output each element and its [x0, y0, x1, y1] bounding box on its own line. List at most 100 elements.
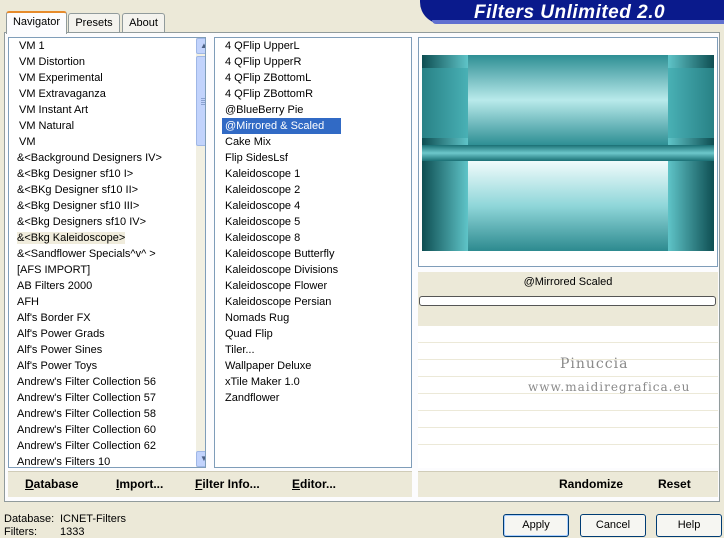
slider-row [418, 444, 718, 445]
filter-item[interactable]: Kaleidoscope 4 [222, 198, 341, 214]
category-item[interactable]: Alf's Power Grads [9, 326, 189, 342]
filter-item[interactable]: Tiler... [222, 342, 341, 358]
filter-list[interactable]: 4 QFlip UpperL 4 QFlip UpperR 4 QFlip ZBot… [214, 37, 412, 468]
category-label: Alf's Power Sines [17, 344, 103, 356]
category-label: VM 1 [19, 40, 45, 52]
category-item[interactable]: Andrew's Filters 10 [9, 454, 189, 468]
category-label: Alf's Power Toys [17, 360, 98, 372]
category-item[interactable]: VM [9, 134, 189, 150]
filter-item[interactable]: Wallpaper Deluxe [222, 358, 341, 374]
tab-about[interactable]: About [122, 13, 165, 33]
filter-item[interactable]: Zandflower [222, 390, 341, 406]
filter-item[interactable]: Kaleidoscope 5 [222, 214, 341, 230]
category-label: AFH [17, 296, 39, 308]
category-item[interactable]: Alf's Power Sines [9, 342, 189, 358]
help-button[interactable]: Help [656, 514, 722, 537]
scroll-thumb[interactable] [196, 56, 205, 146]
preview-image [422, 55, 714, 251]
category-item[interactable]: &<BKg Designer sf10 II> [9, 182, 189, 198]
category-label: Andrew's Filter Collection 62 [17, 440, 157, 452]
category-item[interactable]: &<Bkg Designer sf10 III> [9, 198, 189, 214]
filters-count: 1333 [60, 526, 85, 538]
category-list[interactable]: VM 1 VM Distortion VM Experimental VM Extra… [8, 37, 206, 468]
category-item[interactable]: VM Natural [9, 118, 189, 134]
scroll-up-icon[interactable]: ▲ [196, 38, 205, 54]
grip-line [201, 98, 205, 99]
category-label: VM Distortion [19, 56, 86, 68]
category-item[interactable]: &<Bkg Kaleidoscope> [9, 230, 189, 246]
parameter-area: Pinuccia www.maidiregrafica.eu [418, 326, 718, 468]
category-item[interactable]: VM Distortion [9, 54, 189, 70]
category-label: &<BKg Designer sf10 II> [17, 184, 139, 196]
category-items: VM 1 VM Distortion VM Experimental VM Extra… [9, 38, 189, 468]
slider-row [418, 342, 718, 343]
tab-presets[interactable]: Presets [68, 13, 120, 33]
category-item[interactable]: AB Filters 2000 [9, 278, 189, 294]
category-item[interactable]: &<Bkg Designer sf10 I> [9, 166, 189, 182]
filter-item[interactable]: Kaleidoscope 1 [222, 166, 341, 182]
category-item[interactable]: VM Experimental [9, 70, 189, 86]
app-title: Filters Unlimited 2.0 [474, 2, 666, 23]
filter-item[interactable]: Cake Mix [222, 134, 341, 150]
category-item[interactable]: Andrew's Filter Collection 60 [9, 422, 189, 438]
filter-item[interactable]: 4 QFlip UpperL [222, 38, 341, 54]
category-item[interactable]: AFH [9, 294, 189, 310]
filter-items: 4 QFlip UpperL 4 QFlip UpperR 4 QFlip ZBot… [222, 38, 342, 406]
filters-key: Filters: [4, 526, 37, 538]
apply-button[interactable]: Apply [503, 514, 569, 537]
category-item[interactable]: Andrew's Filter Collection 62 [9, 438, 189, 454]
category-label: &<Bkg Designers sf10 IV> [17, 216, 147, 228]
category-item[interactable]: Andrew's Filter Collection 58 [9, 406, 189, 422]
filter-item[interactable]: @BlueBerry Pie [222, 102, 341, 118]
category-label: &<Background Designers IV> [17, 152, 162, 164]
cancel-button[interactable]: Cancel [580, 514, 646, 537]
filter-item[interactable]: 4 QFlip ZBottomL [222, 70, 341, 86]
category-item[interactable]: &<Sandflower Specials^v^ > [9, 246, 189, 262]
category-item[interactable]: VM 1 [9, 38, 189, 54]
category-item[interactable]: VM Extravaganza [9, 86, 189, 102]
tab-navigator[interactable]: Navigator [6, 11, 67, 34]
category-label: VM Instant Art [19, 104, 89, 116]
category-item[interactable]: VM Instant Art [9, 102, 189, 118]
filter-item[interactable]: xTile Maker 1.0 [222, 374, 341, 390]
category-label: Andrew's Filter Collection 58 [17, 408, 157, 420]
filter-item[interactable]: @Mirrored & Scaled [222, 118, 342, 134]
filter-item[interactable]: Kaleidoscope Flower [222, 278, 341, 294]
filter-info-button[interactable]: Filter Info... [195, 477, 260, 491]
category-label: Alf's Power Grads [17, 328, 105, 340]
watermark-name: Pinuccia [560, 356, 629, 372]
filter-item[interactable]: Kaleidoscope Persian [222, 294, 341, 310]
category-label: VM Extravaganza [19, 88, 106, 100]
category-item[interactable]: Andrew's Filter Collection 56 [9, 374, 189, 390]
scroll-down-icon[interactable]: ▼ [196, 451, 205, 467]
category-scrollbar[interactable]: ▲ ▼ [196, 38, 205, 467]
filter-item[interactable]: Kaleidoscope Butterfly [222, 246, 341, 262]
filter-item[interactable]: 4 QFlip ZBottomR [222, 86, 341, 102]
filter-item[interactable]: Flip SidesLsf [222, 150, 341, 166]
category-label: Andrew's Filter Collection 57 [17, 392, 157, 404]
filter-item[interactable]: 4 QFlip UpperR [222, 54, 341, 70]
filter-item[interactable]: Kaleidoscope Divisions [222, 262, 341, 278]
slider-row [418, 427, 718, 428]
category-item[interactable]: Alf's Border FX [9, 310, 189, 326]
category-label: Andrew's Filters 10 [17, 456, 111, 468]
editor-button[interactable]: Editor... [292, 477, 336, 491]
category-label: &<Bkg Kaleidoscope> [17, 232, 126, 244]
category-item[interactable]: [AFS IMPORT] [9, 262, 189, 278]
category-item[interactable]: Andrew's Filter Collection 57 [9, 390, 189, 406]
filter-item[interactable]: Quad Flip [222, 326, 341, 342]
reset-button[interactable]: Reset [658, 477, 691, 491]
action-bar-right: Randomize Reset [418, 471, 718, 497]
filter-item[interactable]: Nomads Rug [222, 310, 341, 326]
filter-item[interactable]: Kaleidoscope 2 [222, 182, 341, 198]
database-button[interactable]: Database [25, 477, 78, 491]
category-item[interactable]: &<Background Designers IV> [9, 150, 189, 166]
filter-item[interactable]: Kaleidoscope 8 [222, 230, 341, 246]
randomize-button[interactable]: Randomize [559, 477, 623, 491]
category-label: VM [19, 136, 36, 148]
import-button[interactable]: Import... [116, 477, 163, 491]
category-label: Andrew's Filter Collection 60 [17, 424, 157, 436]
category-item[interactable]: &<Bkg Designers sf10 IV> [9, 214, 189, 230]
category-label: [AFS IMPORT] [17, 264, 91, 276]
category-item[interactable]: Alf's Power Toys [9, 358, 189, 374]
